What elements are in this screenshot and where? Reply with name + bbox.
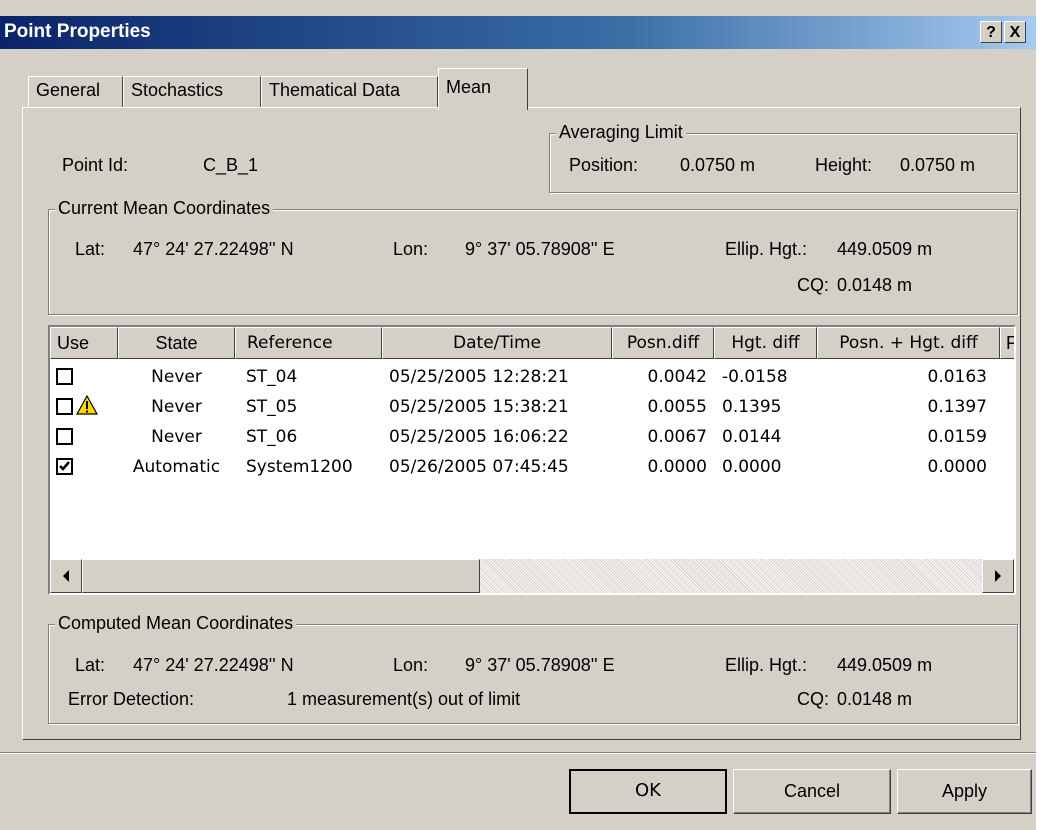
apply-button[interactable]: Apply — [897, 769, 1032, 814]
tab-panel-mean — [22, 107, 1021, 740]
close-button[interactable]: X — [1004, 21, 1026, 43]
tab-general[interactable]: General — [28, 76, 123, 108]
point-properties-dialog: Point Properties ? X General Stochastics… — [0, 0, 1036, 830]
tab-thematical-data[interactable]: Thematical Data — [261, 76, 438, 108]
tab-mean[interactable]: Mean — [438, 68, 528, 110]
footer-divider — [0, 752, 1036, 754]
window-title: Point Properties — [4, 21, 151, 42]
ok-button[interactable]: OK — [569, 769, 727, 814]
help-button[interactable]: ? — [980, 21, 1002, 43]
title-bar[interactable]: Point Properties ? X — [0, 16, 1036, 49]
tab-stochastics[interactable]: Stochastics — [123, 76, 261, 108]
cancel-button[interactable]: Cancel — [733, 769, 891, 814]
